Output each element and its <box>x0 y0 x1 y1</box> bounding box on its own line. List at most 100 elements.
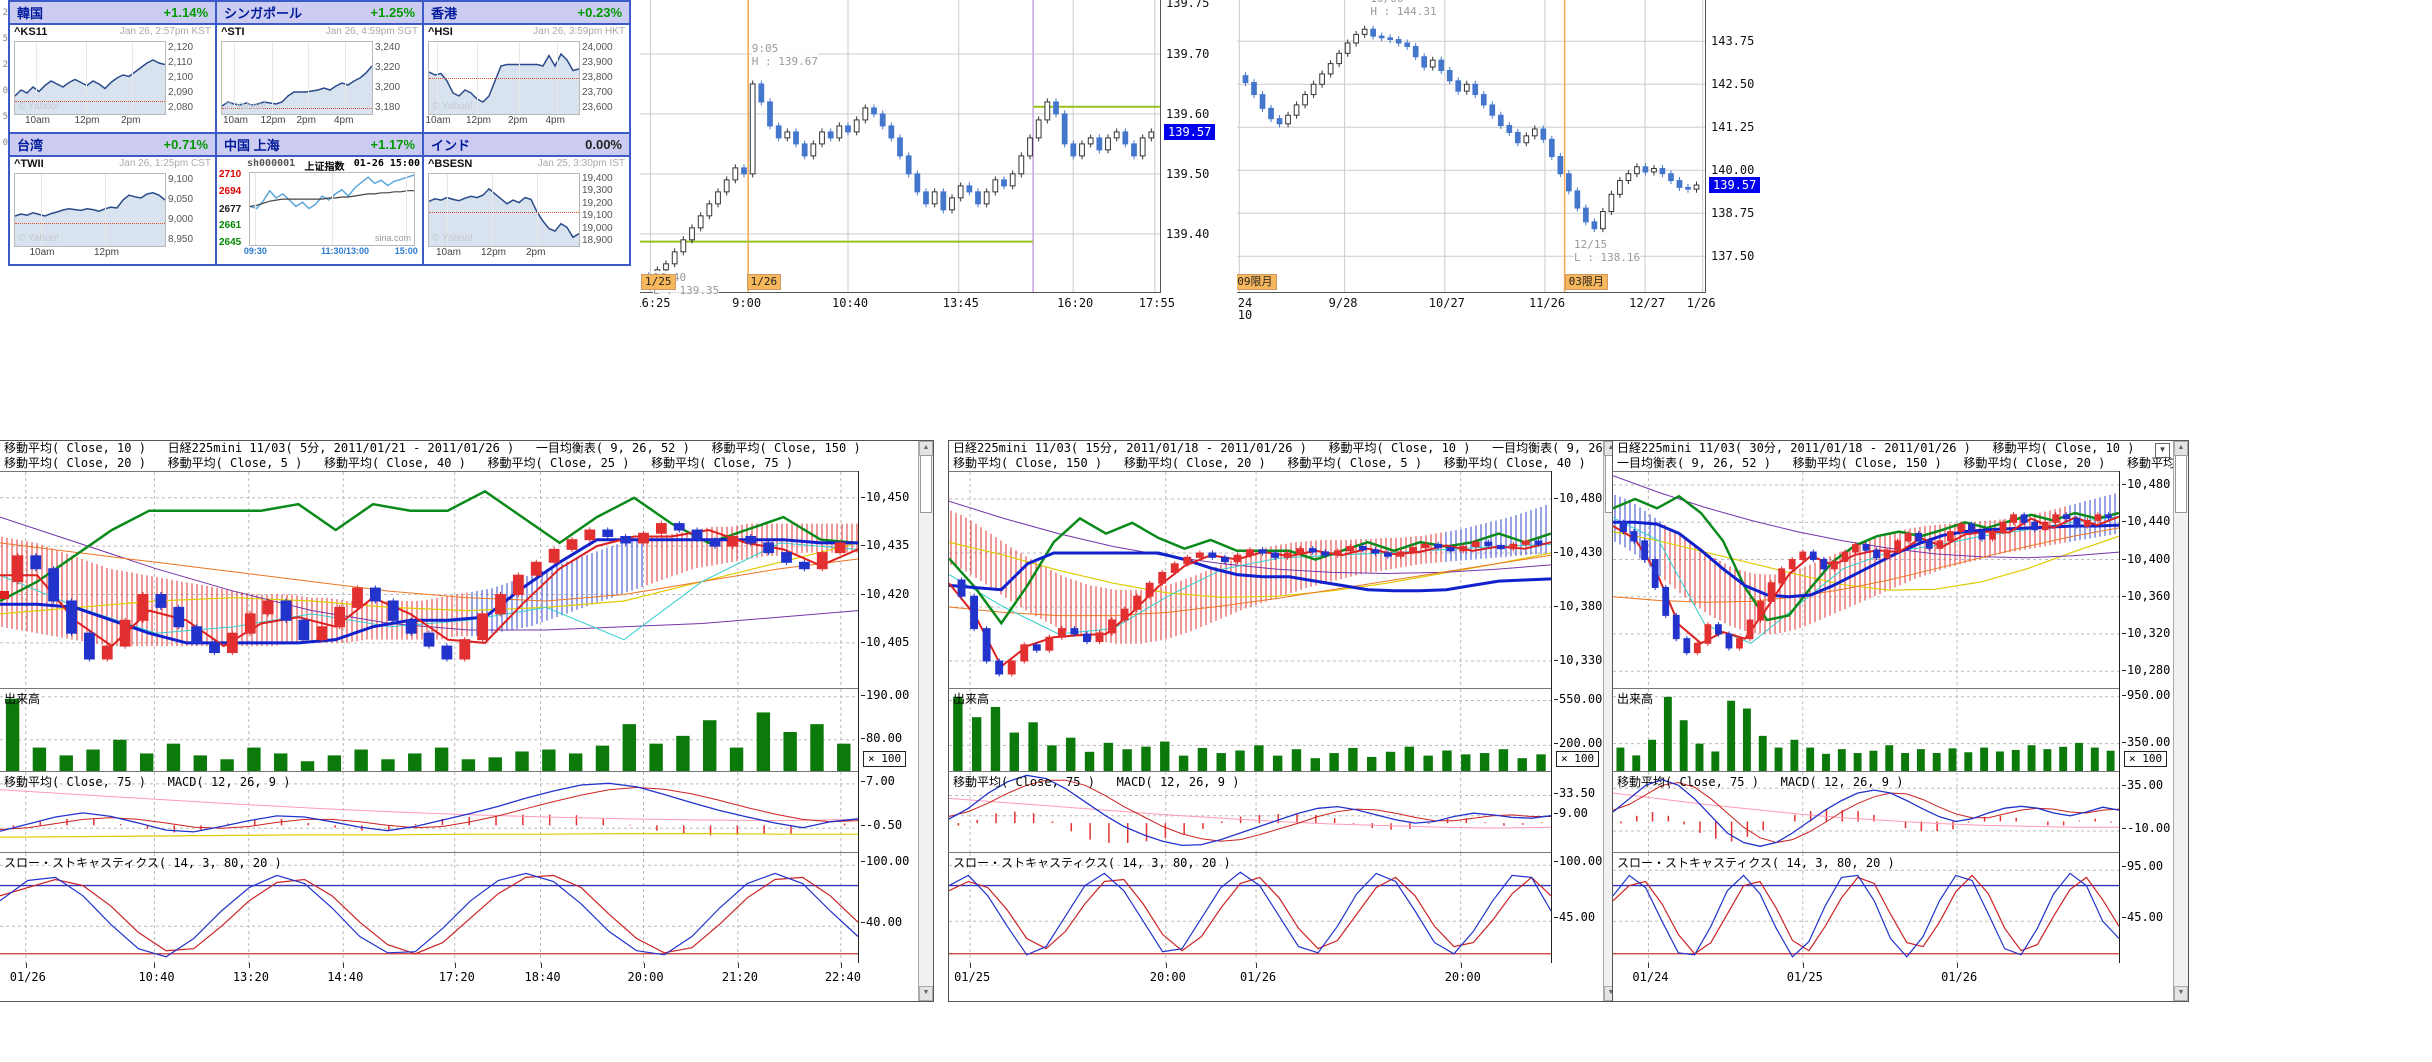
tech-chart-5min-window: 移動平均( Close, 10 ) 日経225mini 11/03( 5分, 2… <box>0 440 934 1002</box>
axis-xtick: 10/27 <box>1429 296 1465 310</box>
chart-legend-line1: 日経225mini 11/03( 30分, 2011/01/18 - 2011/… <box>1613 441 2188 456</box>
axis-tick-label: 10,330 <box>1559 653 1602 667</box>
axis-xtick: 10:40 <box>832 296 868 310</box>
market-symbol: ^KS11 <box>14 26 47 38</box>
market-change-badge: +1.14% <box>164 5 208 20</box>
vertical-scrollbar[interactable]: ▲▼ <box>918 441 933 1001</box>
mini-ytick: 2,120 <box>168 42 193 53</box>
tech-chart-15min-window: 日経225mini 11/03( 15分, 2011/01/18 - 2011/… <box>948 440 1619 1002</box>
market-timestamp: Jan 26, 4:59pm SGT <box>326 26 418 38</box>
axis-xtick: 13:45 <box>943 296 979 310</box>
market-panel-台湾[interactable]: 台湾+0.71%^TWIIJan 26, 1:25pm CST© Yahoo!9… <box>10 134 217 266</box>
axis-tick-label: 45.00 <box>1559 910 1595 924</box>
x-tick-label: 01/25 <box>1787 970 1823 984</box>
x-tick-mark <box>1957 963 1958 968</box>
x-tick-label: 01/26 <box>1240 970 1276 984</box>
day-tag: 1/25 <box>641 274 676 290</box>
mini-ytick: 2,110 <box>168 57 192 68</box>
watermark: © Yahoo! <box>432 233 473 244</box>
chart-annotation: 9:05 H : 139.67 <box>752 42 818 68</box>
scale-multiplier-box: × 100 <box>2124 751 2167 767</box>
macd-label: 移動平均( Close, 75 ) MACD( 12, 26, 9 ) <box>4 773 290 790</box>
header-dropdown-icon[interactable]: ▼ <box>2155 443 2170 458</box>
axis-tick-label: 40.00 <box>866 915 902 929</box>
market-name: 韓国 <box>17 3 43 22</box>
market-change-badge: 0.00% <box>585 137 622 152</box>
mini-xtick: 11:30/13:00 <box>321 246 369 256</box>
market-change-badge: +0.23% <box>578 5 622 20</box>
mini-ytick: 9,100 <box>168 174 193 185</box>
mini-plot: sina.com <box>249 172 415 246</box>
x-tick-label: 01/26 <box>1941 970 1977 984</box>
mini-ytick: 2694 <box>219 186 241 197</box>
trading-workspace: 2 5 2 0 5 0 韓国+1.14%^KS11Jan 26, 2:57pm … <box>0 0 2432 1062</box>
scrollbar-up-arrow[interactable]: ▲ <box>919 441 933 456</box>
scrollbar-down-arrow[interactable]: ▼ <box>2174 986 2188 1001</box>
x-tick-mark <box>1166 963 1167 968</box>
market-timestamp: Jan 26, 1:25pm CST <box>119 158 211 170</box>
axis-tick-label: 950.00 <box>2127 688 2170 702</box>
candlestick-plot: 10/06 H : 144.3112/15 L : 138.1609限月03限月 <box>1237 0 1706 293</box>
tech-chart-30min-window: 日経225mini 11/03( 30分, 2011/01/18 - 2011/… <box>1612 440 2189 1002</box>
market-timestamp: Jan 26, 3:59pm HKT <box>533 26 625 38</box>
mini-xtick: 15:00 <box>395 246 418 256</box>
mini-gridline <box>255 173 256 245</box>
mini-ytick: 3,240 <box>375 42 400 53</box>
market-panel-香港[interactable]: 香港+0.23%^HSIJan 26, 3:59pm HKT© Yahoo!24… <box>424 2 631 134</box>
mini-xtick: 12pm <box>75 115 100 126</box>
pane-volume: 出来高 <box>949 688 1551 771</box>
watermark: © Yahoo! <box>18 233 59 244</box>
mini-ytick: 19,000 <box>582 223 613 234</box>
x-tick-mark <box>343 963 344 968</box>
axis-tick-label: -0.50 <box>866 818 902 832</box>
axis-tick-label: 10,380 <box>1559 599 1602 613</box>
intraday-candlestick-window: 9:05 H : 139.6716:40 L : 139.351/251/261… <box>640 0 1228 322</box>
market-panel-シンガポール[interactable]: シンガポール+1.25%^STIJan 26, 4:59pm SGT© Yaho… <box>217 2 424 134</box>
prev-close-line <box>429 212 579 213</box>
axis-ytick: 141.25 <box>1711 120 1754 134</box>
pane-stoch: スロー・ストキャスティクス( 14, 3, 80, 20 ) <box>949 852 1551 967</box>
market-timestamp: Jan 26, 2:57pm KST <box>120 26 211 38</box>
vertical-scrollbar[interactable]: ▲▼ <box>2173 441 2188 1001</box>
market-symbol: ^STI <box>221 26 245 38</box>
axis-ytick: 137.50 <box>1711 249 1754 263</box>
x-tick-mark <box>1803 963 1804 968</box>
day-tag: 03限月 <box>1565 274 1608 290</box>
axis-ytick-clipped: 139.75 <box>1166 0 1209 10</box>
market-name: 香港 <box>431 3 457 22</box>
market-panel-韓国[interactable]: 韓国 +1.14% ^KS11 Jan 26, 2:57pm KST © Yahoo!2… <box>10 2 217 134</box>
market-symbol: ^HSI <box>428 26 453 38</box>
mini-gridline <box>332 173 333 245</box>
sina-index-name: 上证指数 <box>304 158 344 173</box>
scrollbar-thumb[interactable] <box>2175 455 2187 513</box>
axis-tick-label: 45.00 <box>2127 910 2163 924</box>
scrollbar-thumb[interactable] <box>920 455 932 513</box>
scrollbar-down-arrow[interactable]: ▼ <box>919 986 933 1001</box>
scrollbar-up-arrow[interactable]: ▲ <box>2174 441 2188 456</box>
chart-legend-line2: 移動平均( Close, 150 ) 移動平均( Close, 20 ) 移動平… <box>949 456 1618 471</box>
market-panel-中国 上海[interactable]: 中国 上海+1.17%sh000001上证指数01-26 15:00sina.c… <box>217 134 424 266</box>
mini-ytick: 19,200 <box>582 198 613 209</box>
market-panel-インド[interactable]: インド0.00%^BSESNJan 25, 3:30pm IST© Yahoo!… <box>424 134 631 266</box>
axis-xtick: 9/28 <box>1329 296 1358 310</box>
x-tick-mark <box>1461 963 1462 968</box>
mini-xtick: 12pm <box>94 247 119 258</box>
mini-ytick: 23,700 <box>582 87 613 98</box>
axis-tick-label: 10,480 <box>1559 491 1602 505</box>
axis-tick-label: 10,450 <box>866 490 909 504</box>
x-tick-label: 13:20 <box>233 970 269 984</box>
x-tick-mark <box>154 963 155 968</box>
mini-plot: © Yahoo! <box>14 41 166 115</box>
mini-gridline <box>272 42 273 114</box>
symbol-row: ^STI Jan 26, 4:59pm SGT <box>221 26 418 38</box>
mini-ytick: 3,200 <box>375 82 400 93</box>
mini-ytick: 2,100 <box>168 72 193 83</box>
axis-tick-label: 10,480 <box>2127 477 2170 491</box>
x-tick-label: 20:00 <box>628 970 664 984</box>
mini-ytick: 3,180 <box>375 102 400 113</box>
market-name: インド <box>431 135 470 154</box>
axis-tick-label: 10,360 <box>2127 589 2170 603</box>
x-tick-label: 01/25 <box>954 970 990 984</box>
axis-ytick: 142.50 <box>1711 77 1754 91</box>
market-panel-body: sh000001上证指数01-26 15:00sina.com271026942… <box>217 157 422 264</box>
